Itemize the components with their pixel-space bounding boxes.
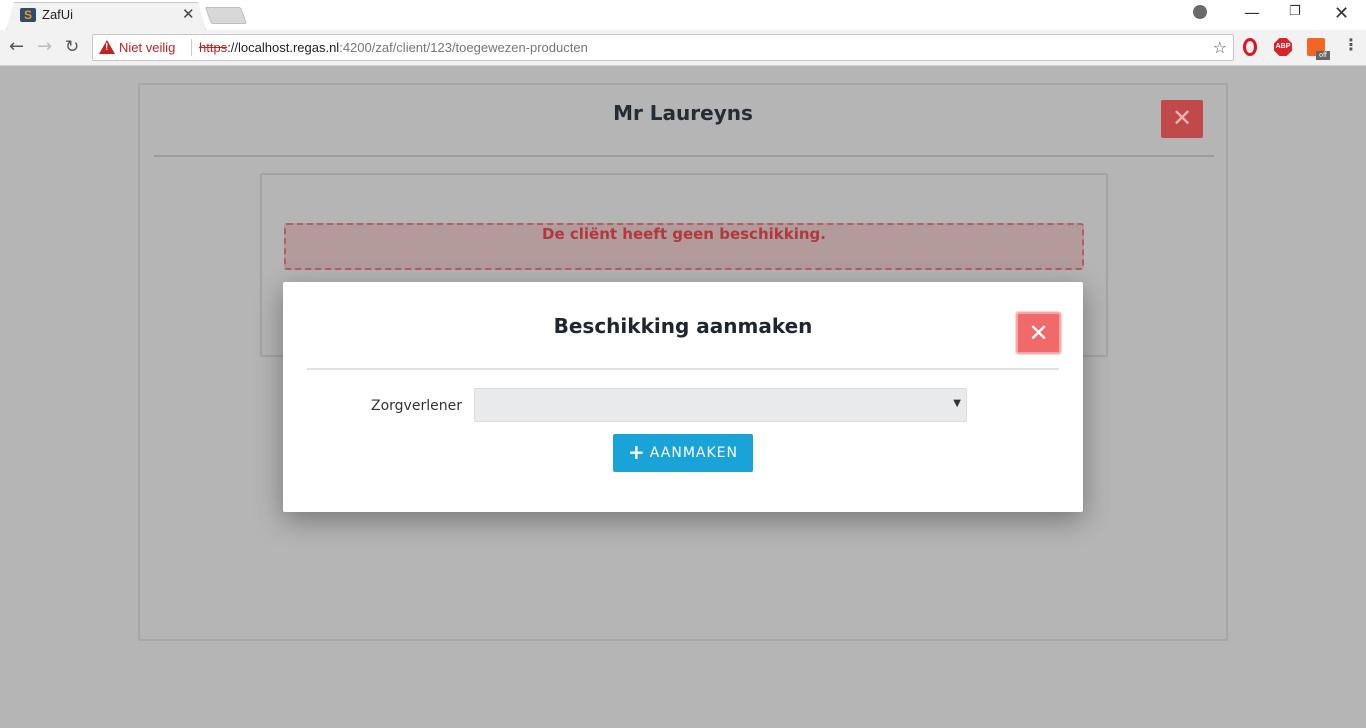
plus-icon: + xyxy=(628,440,646,464)
no-decision-alert: De cliënt heeft geen beschikking. xyxy=(284,223,1084,270)
create-button-label: AANMAKEN xyxy=(649,445,738,461)
url-host: ://localhost.regas.nl xyxy=(227,40,340,55)
create-button[interactable]: + AANMAKEN xyxy=(613,434,753,472)
modal-divider xyxy=(307,368,1059,370)
modal-title: Beschikking aanmaken xyxy=(553,314,813,338)
omnibox-separator xyxy=(191,39,192,56)
url-scheme: https xyxy=(199,40,228,55)
star-icon[interactable]: ☆ xyxy=(1213,38,1227,57)
browser-tab[interactable] xyxy=(7,3,205,30)
client-title: Mr Laureyns xyxy=(613,101,753,125)
opera-extension-icon[interactable] xyxy=(1243,38,1257,56)
address-bar[interactable]: Niet veilig https://localhost.regas.nl:4… xyxy=(92,34,1234,61)
new-tab-button[interactable] xyxy=(204,7,248,24)
arrow-right-icon[interactable]: → xyxy=(37,36,52,57)
tab-close-icon[interactable]: ✕ xyxy=(182,6,195,22)
browser-menu-icon[interactable]: ⋮ xyxy=(1343,35,1359,54)
url-text[interactable]: https://localhost.regas.nl:4200/zaf/clie… xyxy=(199,40,588,55)
caret-down-icon: ▼ xyxy=(953,398,961,409)
tab-title[interactable]: ZafUi xyxy=(42,7,73,22)
url-path: :4200/zaf/client/123/toegewezen-producte… xyxy=(339,40,588,55)
reload-icon[interactable]: ↻ xyxy=(65,37,79,57)
browser-tabstrip: S ZafUi ✕ — ❐ ✕ xyxy=(0,0,1366,30)
browser-toolbar: ← → ↻ Niet veilig https://localhost.rega… xyxy=(0,30,1366,66)
warning-icon[interactable] xyxy=(99,40,115,54)
window-close-icon[interactable]: ✕ xyxy=(1334,3,1349,24)
zorgverlener-label: Zorgverlener xyxy=(371,398,462,414)
minimize-icon[interactable]: — xyxy=(1244,3,1260,22)
zorgverlener-select[interactable]: ▼ xyxy=(474,388,967,422)
panel-close-button[interactable]: ✕ xyxy=(1161,100,1203,138)
panel-divider xyxy=(154,155,1214,157)
create-decision-modal: Beschikking aanmaken ✕ Zorgverlener ▼ + A… xyxy=(283,282,1083,512)
account-icon[interactable] xyxy=(1193,5,1207,19)
security-label[interactable]: Niet veilig xyxy=(119,40,175,55)
restore-icon[interactable]: ❐ xyxy=(1289,4,1301,19)
arrow-left-icon[interactable]: ← xyxy=(9,36,24,57)
extension-off-badge: off xyxy=(1316,51,1330,60)
adblock-extension-icon[interactable]: ABP xyxy=(1274,38,1292,56)
modal-close-button[interactable]: ✕ xyxy=(1016,312,1061,354)
favicon-icon: S xyxy=(20,8,36,22)
